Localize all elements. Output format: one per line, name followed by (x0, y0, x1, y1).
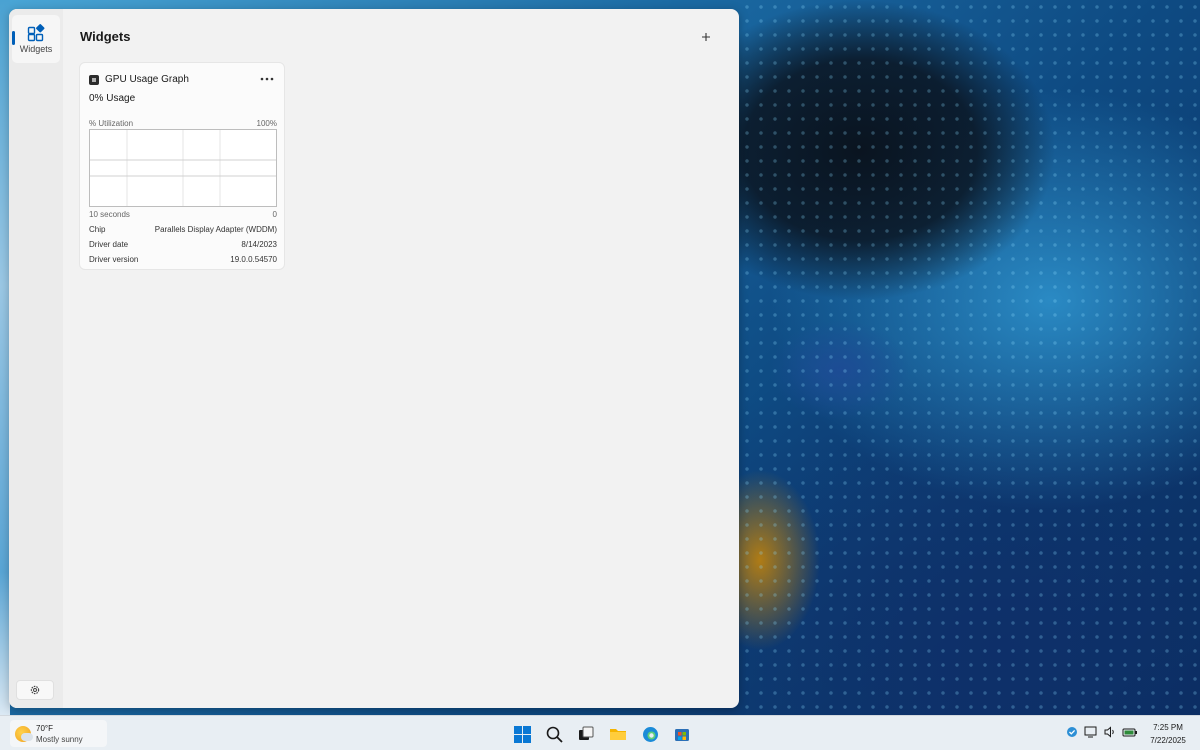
store-icon (675, 729, 689, 741)
graph-y-label: % Utilization (89, 119, 134, 128)
task-view-icon (579, 726, 594, 740)
weather-widget-button[interactable]: 70°F Mostly sunny (10, 720, 107, 747)
network-icon[interactable] (1084, 726, 1098, 738)
taskbar-clock[interactable]: 7:25 PM 7/22/2025 (1143, 721, 1193, 747)
rail-item-widgets[interactable]: Widgets (12, 15, 60, 63)
store-button[interactable] (670, 722, 694, 746)
widgets-icon (27, 24, 45, 42)
graph-x-right-label: 0 (272, 210, 277, 219)
info-label: Driver date (89, 240, 129, 249)
search-icon (546, 726, 563, 743)
settings-button[interactable] (16, 680, 54, 700)
taskbar: 70°F Mostly sunny 7:25 PM 7/22/2025 (0, 715, 1200, 750)
info-row-chip: Chip Parallels Display Adapter (WDDM) (89, 225, 277, 234)
panel-title: Widgets (80, 29, 131, 44)
start-button[interactable] (510, 722, 534, 746)
folder-icon (610, 729, 626, 740)
widgets-panel: Widgets Widgets GPU Usage Graph 0% Usage (9, 9, 739, 708)
weather-temperature: 70°F (36, 723, 53, 733)
defender-icon[interactable] (1066, 726, 1078, 738)
search-button[interactable] (542, 722, 566, 746)
clock-time: 7:25 PM (1153, 723, 1183, 732)
volume-icon[interactable] (1104, 726, 1116, 738)
rail-item-label: Widgets (19, 44, 53, 54)
ellipsis-icon (260, 77, 274, 81)
info-row-driver-version: Driver version 19.0.0.54570 (89, 255, 277, 264)
graph-grid (90, 130, 276, 206)
gpu-chip-icon (89, 74, 99, 85)
partly-sunny-icon (15, 725, 33, 742)
edge-browser-button[interactable] (638, 722, 662, 746)
widgets-side-rail: Widgets (9, 9, 63, 708)
edge-icon (642, 726, 658, 742)
info-label: Driver version (89, 255, 139, 264)
system-tray (1066, 726, 1138, 738)
clock-date: 7/22/2025 (1150, 736, 1186, 745)
widget-title: GPU Usage Graph (105, 74, 189, 85)
graph-x-left-label: 10 seconds (89, 210, 130, 219)
info-value: Parallels Display Adapter (WDDM) (154, 225, 277, 234)
gpu-usage-value: 0% Usage (89, 93, 136, 104)
gear-icon (30, 685, 40, 695)
info-value: 8/14/2023 (241, 240, 277, 249)
weather-condition: Mostly sunny (36, 734, 83, 744)
taskbar-apps (510, 722, 694, 746)
plus-icon (702, 33, 710, 41)
info-label: Chip (89, 225, 106, 234)
graph-y-max-label: 100% (256, 119, 277, 128)
gpu-usage-widget[interactable]: GPU Usage Graph 0% Usage % Utilization 1… (79, 62, 285, 270)
info-row-driver-date: Driver date 8/14/2023 (89, 240, 277, 249)
more-options-button[interactable] (260, 69, 274, 84)
graph-x-labels: 10 seconds 0 (89, 210, 277, 219)
gpu-usage-graph (89, 129, 277, 207)
task-view-button[interactable] (574, 722, 598, 746)
info-value: 19.0.0.54570 (230, 255, 277, 264)
battery-icon[interactable] (1122, 727, 1138, 737)
widget-header: GPU Usage Graph (89, 74, 189, 85)
selection-indicator (12, 31, 15, 45)
windows-logo-icon (513, 725, 531, 743)
add-widget-button[interactable] (697, 28, 715, 46)
file-explorer-button[interactable] (606, 722, 630, 746)
wallpaper-circuit-pattern (740, 0, 1200, 715)
graph-top-labels: % Utilization 100% (89, 119, 277, 128)
